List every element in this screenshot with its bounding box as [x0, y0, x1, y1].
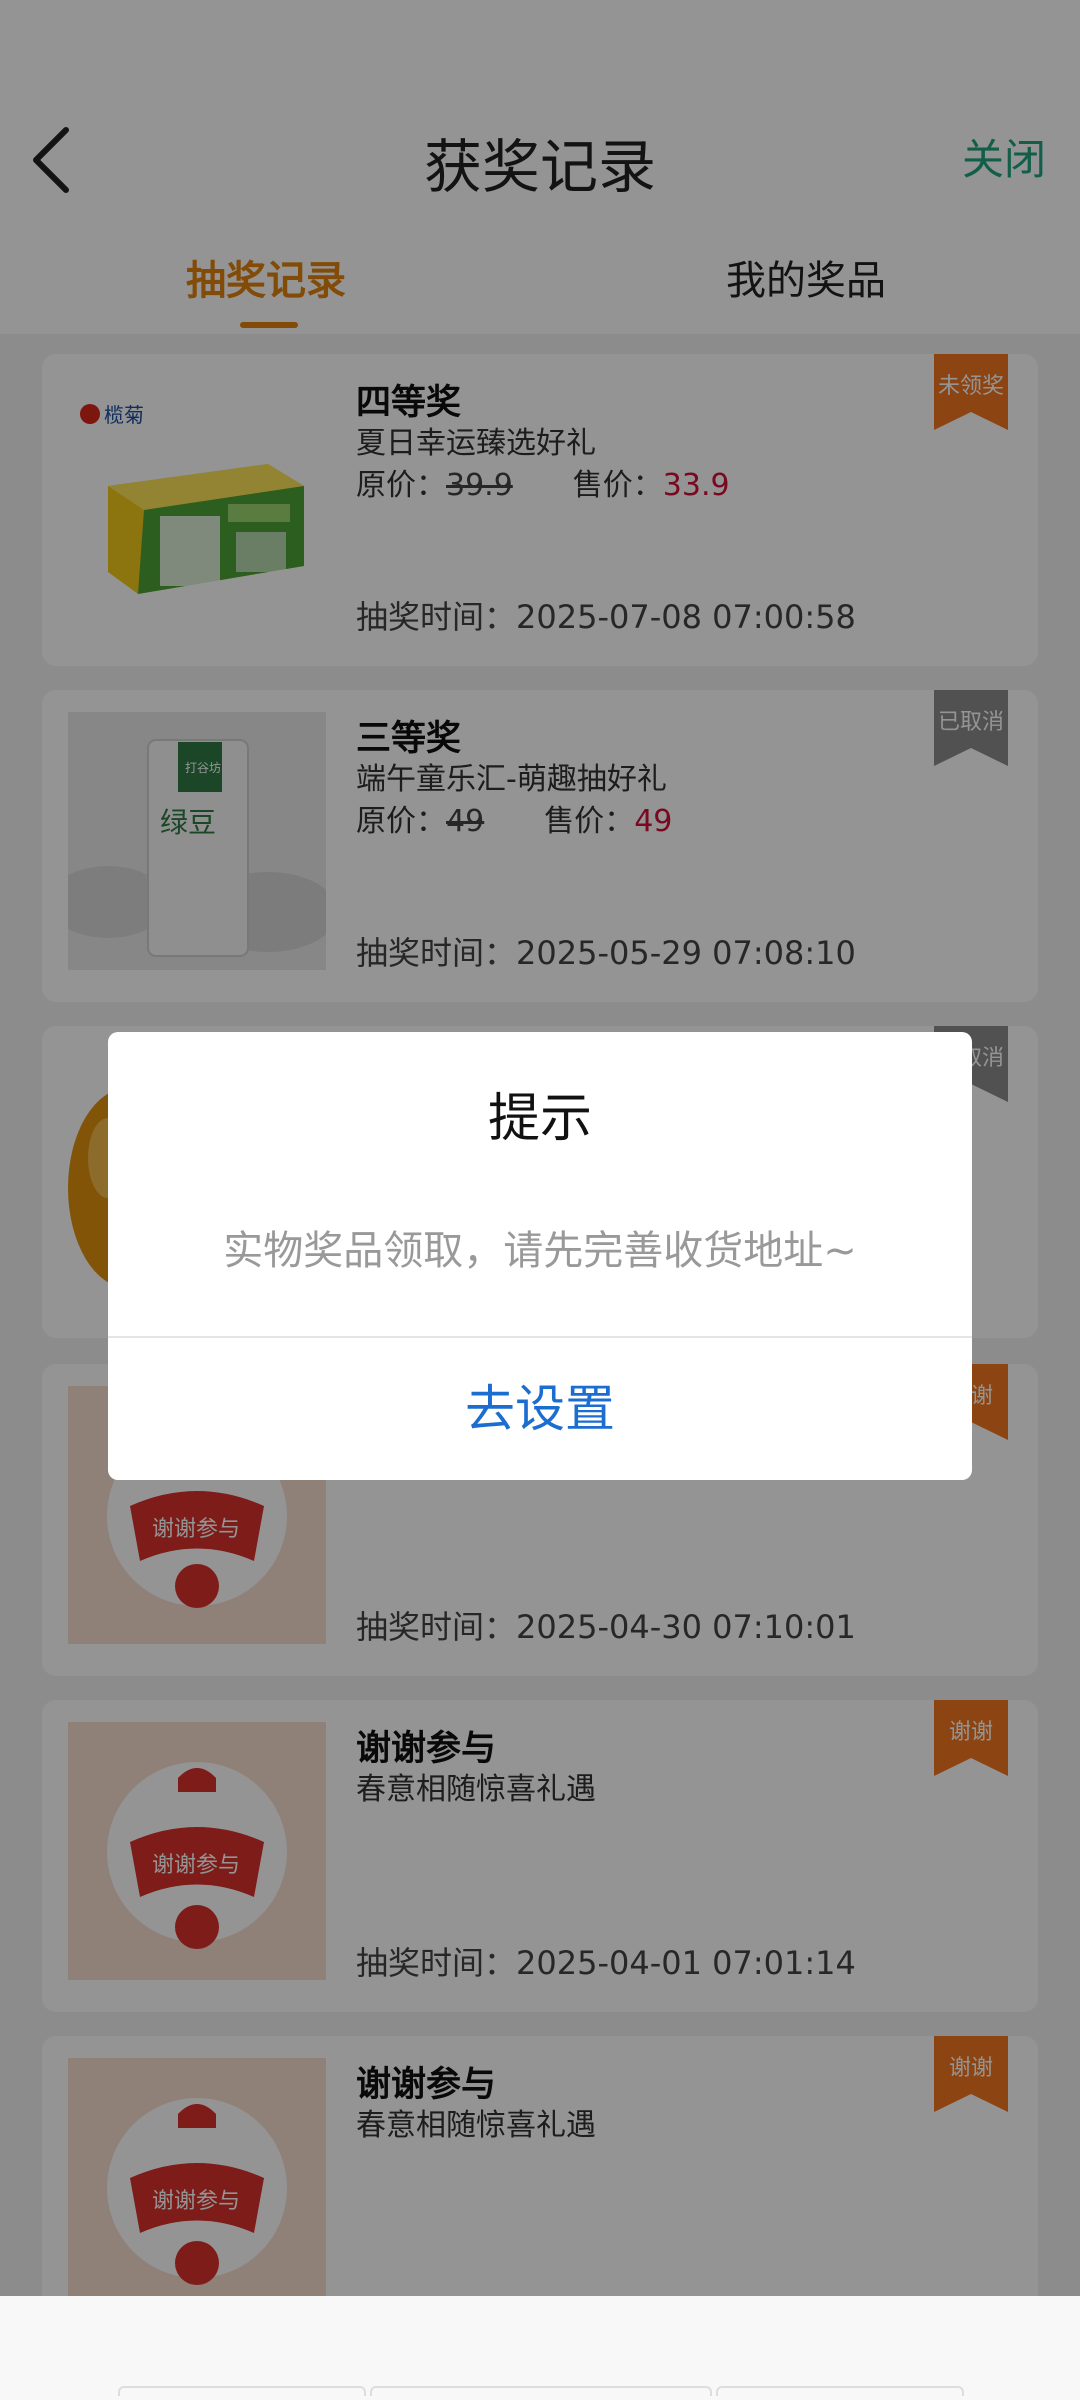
dialog-message: 实物奖品领取，请先完善收货地址~	[223, 1228, 857, 1274]
bottom-tab-right[interactable]	[716, 2386, 964, 2396]
bottom-tab-left[interactable]	[118, 2386, 366, 2396]
alert-dialog: 提示 实物奖品领取，请先完善收货地址~ 去设置	[108, 1032, 972, 1480]
bottom-bar	[0, 2296, 1080, 2400]
go-settings-button[interactable]: 去设置	[108, 1338, 972, 1480]
bottom-tab-middle[interactable]	[370, 2386, 712, 2396]
dialog-title: 提示	[487, 1089, 592, 1149]
